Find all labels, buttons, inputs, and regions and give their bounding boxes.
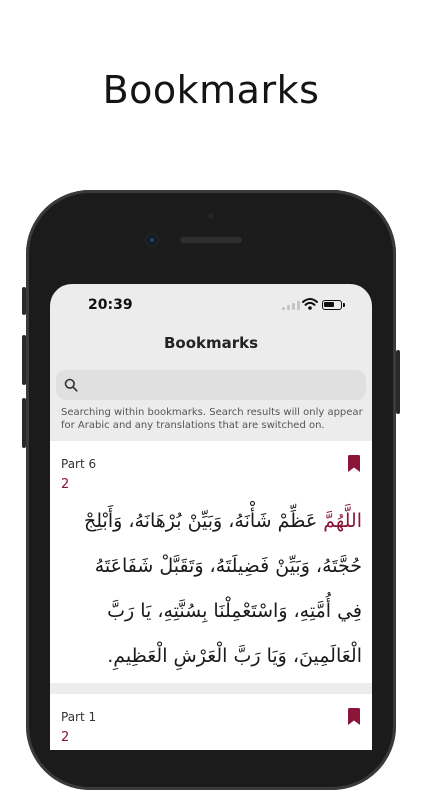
earpiece-speaker [180, 237, 242, 243]
bookmark-icon[interactable] [348, 455, 360, 472]
battery-icon [322, 300, 345, 310]
bookmark-number: 2 [61, 730, 70, 745]
front-camera [147, 235, 157, 245]
phone-power-button [396, 350, 400, 414]
status-time: 20:39 [88, 297, 133, 313]
search-input[interactable] [86, 370, 360, 402]
bookmark-icon[interactable] [348, 708, 360, 725]
marketing-headline: Bookmarks [102, 68, 320, 112]
bookmark-part-label: Part 1 [61, 710, 97, 724]
search-hint: Searching within bookmarks. Search resul… [61, 407, 363, 431]
arabic-body: عَظِّمْ شَأْنَهُ، وَبَيِّنْ بُرْهَانَهُ،… [84, 510, 362, 667]
app-screen: 20:39 Bookmarks Searching within bookmar… [50, 284, 372, 750]
search-bar[interactable] [56, 370, 366, 402]
signal-icon [282, 301, 300, 310]
arabic-highlight: اللَّهُمَّ [323, 510, 362, 532]
bookmark-arabic-text: اللَّهُمَّ عَظِّمْ شَأْنَهُ، وَبَيِّنْ ب… [68, 499, 362, 679]
bookmark-number: 2 [61, 477, 70, 492]
proximity-sensor [208, 213, 214, 219]
bookmark-part-label: Part 6 [61, 457, 97, 471]
wifi-icon [302, 298, 318, 310]
status-bar: 20:39 [50, 284, 372, 328]
search-icon [64, 378, 78, 392]
bookmark-card[interactable]: Part 1 2 [50, 694, 372, 750]
bookmark-card[interactable]: Part 6 2 اللَّهُمَّ عَظِّمْ شَأْنَهُ، وَ… [50, 441, 372, 683]
page-title: Bookmarks [163, 334, 259, 352]
